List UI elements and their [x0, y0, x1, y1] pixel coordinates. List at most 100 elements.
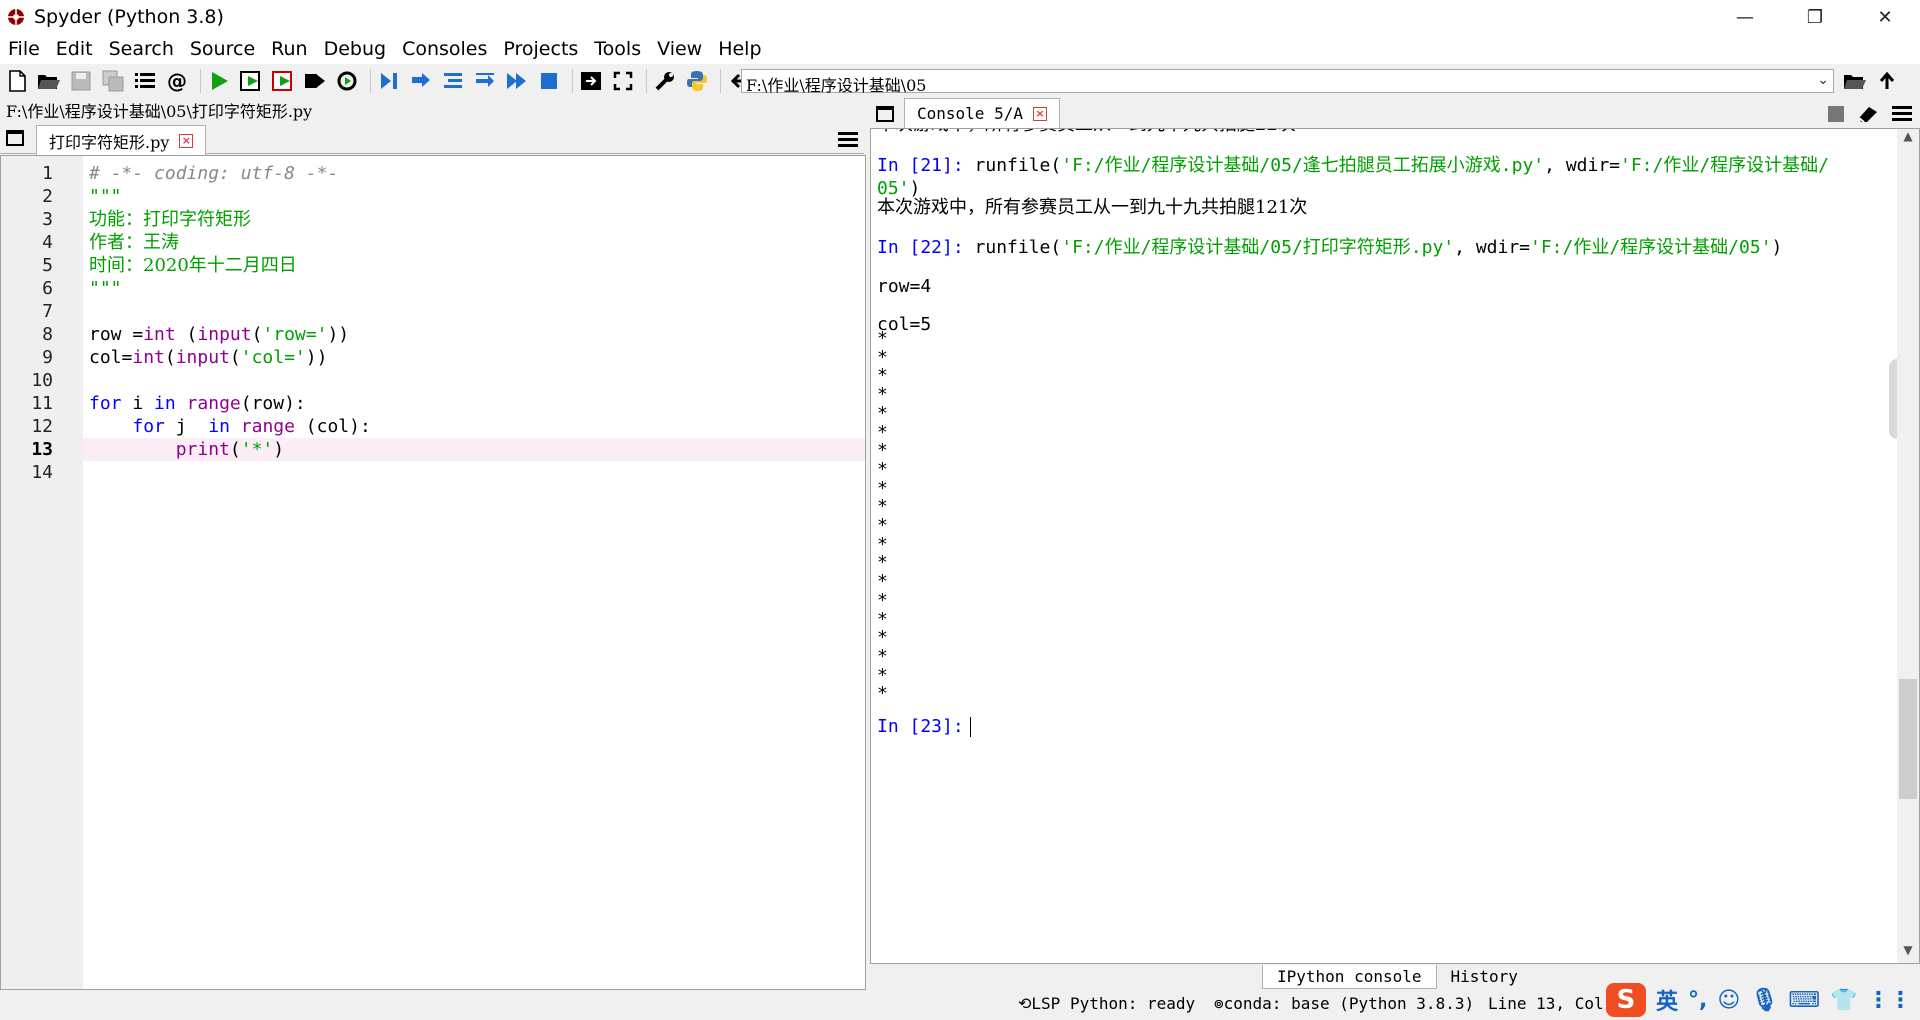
- code-line: """: [89, 278, 122, 299]
- fullscreen-icon[interactable]: [610, 68, 636, 94]
- lsp-icon: ⟲: [1018, 994, 1032, 1013]
- menu-projects[interactable]: Projects: [495, 38, 586, 60]
- scroll-down-icon[interactable]: ▼: [1897, 943, 1919, 963]
- output-star: *: [877, 421, 888, 443]
- scrollbar-thumb[interactable]: [1899, 679, 1917, 799]
- browse-folder-icon[interactable]: [1842, 68, 1868, 94]
- code-line: for j in range (col):: [132, 416, 371, 437]
- rerun-icon[interactable]: [334, 68, 360, 94]
- shirt-icon[interactable]: 👕: [1830, 988, 1857, 1013]
- menu-run[interactable]: Run: [263, 38, 315, 60]
- python-path-icon[interactable]: [684, 68, 710, 94]
- title-bar: Spyder (Python 3.8) — ❐ ✕: [0, 0, 1920, 34]
- menu-help[interactable]: Help: [710, 38, 769, 60]
- code-line: 作者：王涛: [89, 232, 179, 253]
- console-line: In [21]: runfile('F:/作业/程序设计基础/05/逢七拍腿员工…: [877, 155, 1830, 176]
- conda-status: ⊚conda: base (Python 3.8.3): [1214, 994, 1475, 1013]
- output-star: *: [877, 496, 888, 518]
- close-tab-icon[interactable]: ×: [179, 133, 194, 148]
- pane-options-icon[interactable]: [876, 106, 894, 122]
- tab-history[interactable]: History: [1437, 965, 1532, 989]
- menu-file[interactable]: File: [0, 38, 48, 60]
- code-line: print('*'): [175, 439, 285, 460]
- outline-icon[interactable]: [132, 68, 158, 94]
- line-number: 2: [42, 186, 53, 207]
- menu-tools[interactable]: Tools: [586, 38, 649, 60]
- punctuation-icon[interactable]: °,: [1688, 988, 1707, 1013]
- working-directory-value: F:\作业\程序设计基础\05: [746, 76, 927, 95]
- continue-icon[interactable]: [504, 68, 530, 94]
- editor-file-path: F:\作业\程序设计基础\05\打印字符矩形.py: [6, 102, 313, 121]
- at-icon[interactable]: @: [164, 68, 190, 94]
- step-into-icon[interactable]: [440, 68, 466, 94]
- menu-debug[interactable]: Debug: [316, 38, 394, 60]
- code-editor[interactable]: 1 2 3 4 5 6 7 8 9 10 11 12 13 14 # -*- c…: [0, 155, 866, 990]
- save-all-icon[interactable]: [100, 68, 126, 94]
- keyboard-icon[interactable]: ⌨: [1788, 988, 1820, 1013]
- menu-consoles[interactable]: Consoles: [394, 38, 495, 60]
- pane-options-icon[interactable]: [6, 130, 24, 146]
- run-icon[interactable]: [206, 68, 232, 94]
- run-cell-advance-icon[interactable]: [270, 68, 296, 94]
- console-scrollbar[interactable]: ▲ ▼: [1897, 129, 1919, 963]
- maximize-pane-icon[interactable]: [578, 68, 604, 94]
- restore-button[interactable]: ❐: [1780, 0, 1850, 34]
- new-file-icon[interactable]: [4, 68, 30, 94]
- step-icon[interactable]: [408, 68, 434, 94]
- console-line: 本次游戏中，所有参赛员工从一到九十九共拍腿22次: [877, 129, 1296, 136]
- output-star: *: [877, 440, 888, 462]
- editor-tab-bar: 打印字符矩形.py ×: [0, 124, 864, 155]
- output-star: *: [877, 683, 888, 705]
- step-return-icon[interactable]: [472, 68, 498, 94]
- scroll-up-icon[interactable]: ▲: [1897, 129, 1919, 149]
- save-icon[interactable]: [68, 68, 94, 94]
- console-tab[interactable]: Console 5/A ×: [904, 98, 1060, 128]
- output-star: *: [877, 402, 888, 424]
- console-tab-bar: Console 5/A ×: [870, 98, 1920, 128]
- tab-ipython-console[interactable]: IPython console: [1262, 965, 1437, 989]
- editor-tab-file[interactable]: 打印字符矩形.py ×: [36, 125, 207, 155]
- output-star: *: [877, 664, 888, 686]
- input-prompt[interactable]: In [23]:: [877, 715, 971, 738]
- close-console-icon[interactable]: ×: [1032, 106, 1047, 121]
- window-title: Spyder (Python 3.8): [34, 6, 224, 28]
- ipython-console[interactable]: ▲ ▼ 本次游戏中，所有参赛员工从一到九十九共拍腿22次 In [21]: run…: [870, 128, 1920, 964]
- chevron-down-icon[interactable]: ⌄: [1817, 72, 1829, 88]
- run-selection-icon[interactable]: [302, 68, 328, 94]
- editor-menu-icon[interactable]: [838, 132, 858, 148]
- minimize-button[interactable]: —: [1710, 0, 1780, 34]
- stop-icon[interactable]: [536, 68, 562, 94]
- emoji-icon[interactable]: ☺: [1717, 988, 1740, 1013]
- code-line: row =int (input('row=')): [89, 324, 350, 345]
- grid-icon[interactable]: ⋮⋮: [1867, 988, 1911, 1013]
- menu-source[interactable]: Source: [182, 38, 263, 60]
- working-directory-combo[interactable]: F:\作业\程序设计基础\05 ⌄: [741, 69, 1834, 95]
- menu-view[interactable]: View: [649, 38, 710, 60]
- close-window-button[interactable]: ✕: [1850, 0, 1920, 34]
- code-text-area[interactable]: # -*- coding: utf-8 -*- """ 功能：打印字符矩形 作者：王涛…: [83, 156, 865, 989]
- microphone-icon[interactable]: 🎙: [1750, 988, 1778, 1013]
- line-number: 11: [31, 393, 53, 414]
- menu-edit[interactable]: Edit: [48, 38, 101, 60]
- debug-icon[interactable]: [376, 68, 402, 94]
- line-number: 6: [42, 278, 53, 299]
- ime-language[interactable]: 英: [1656, 984, 1678, 1016]
- console-line: 本次游戏中，所有参赛员工从一到九十九共拍腿121次: [877, 197, 1308, 218]
- line-number: 3: [42, 209, 53, 230]
- output-star: *: [877, 645, 888, 667]
- preferences-icon[interactable]: [652, 68, 678, 94]
- code-line: col=int(input('col=')): [89, 347, 328, 368]
- open-file-icon[interactable]: [36, 68, 62, 94]
- stop-kernel-icon[interactable]: [1828, 106, 1844, 122]
- menu-search[interactable]: Search: [101, 38, 182, 60]
- run-cell-icon[interactable]: [238, 68, 264, 94]
- output-star: *: [877, 477, 888, 499]
- eraser-icon[interactable]: [1856, 104, 1880, 128]
- console-menu-icon[interactable]: [1892, 106, 1912, 122]
- parent-dir-icon[interactable]: [1874, 68, 1900, 94]
- menu-bar: File Edit Search Source Run Debug Consol…: [0, 34, 1920, 64]
- sogou-logo-icon[interactable]: S: [1606, 983, 1646, 1017]
- line-number: 4: [42, 232, 53, 253]
